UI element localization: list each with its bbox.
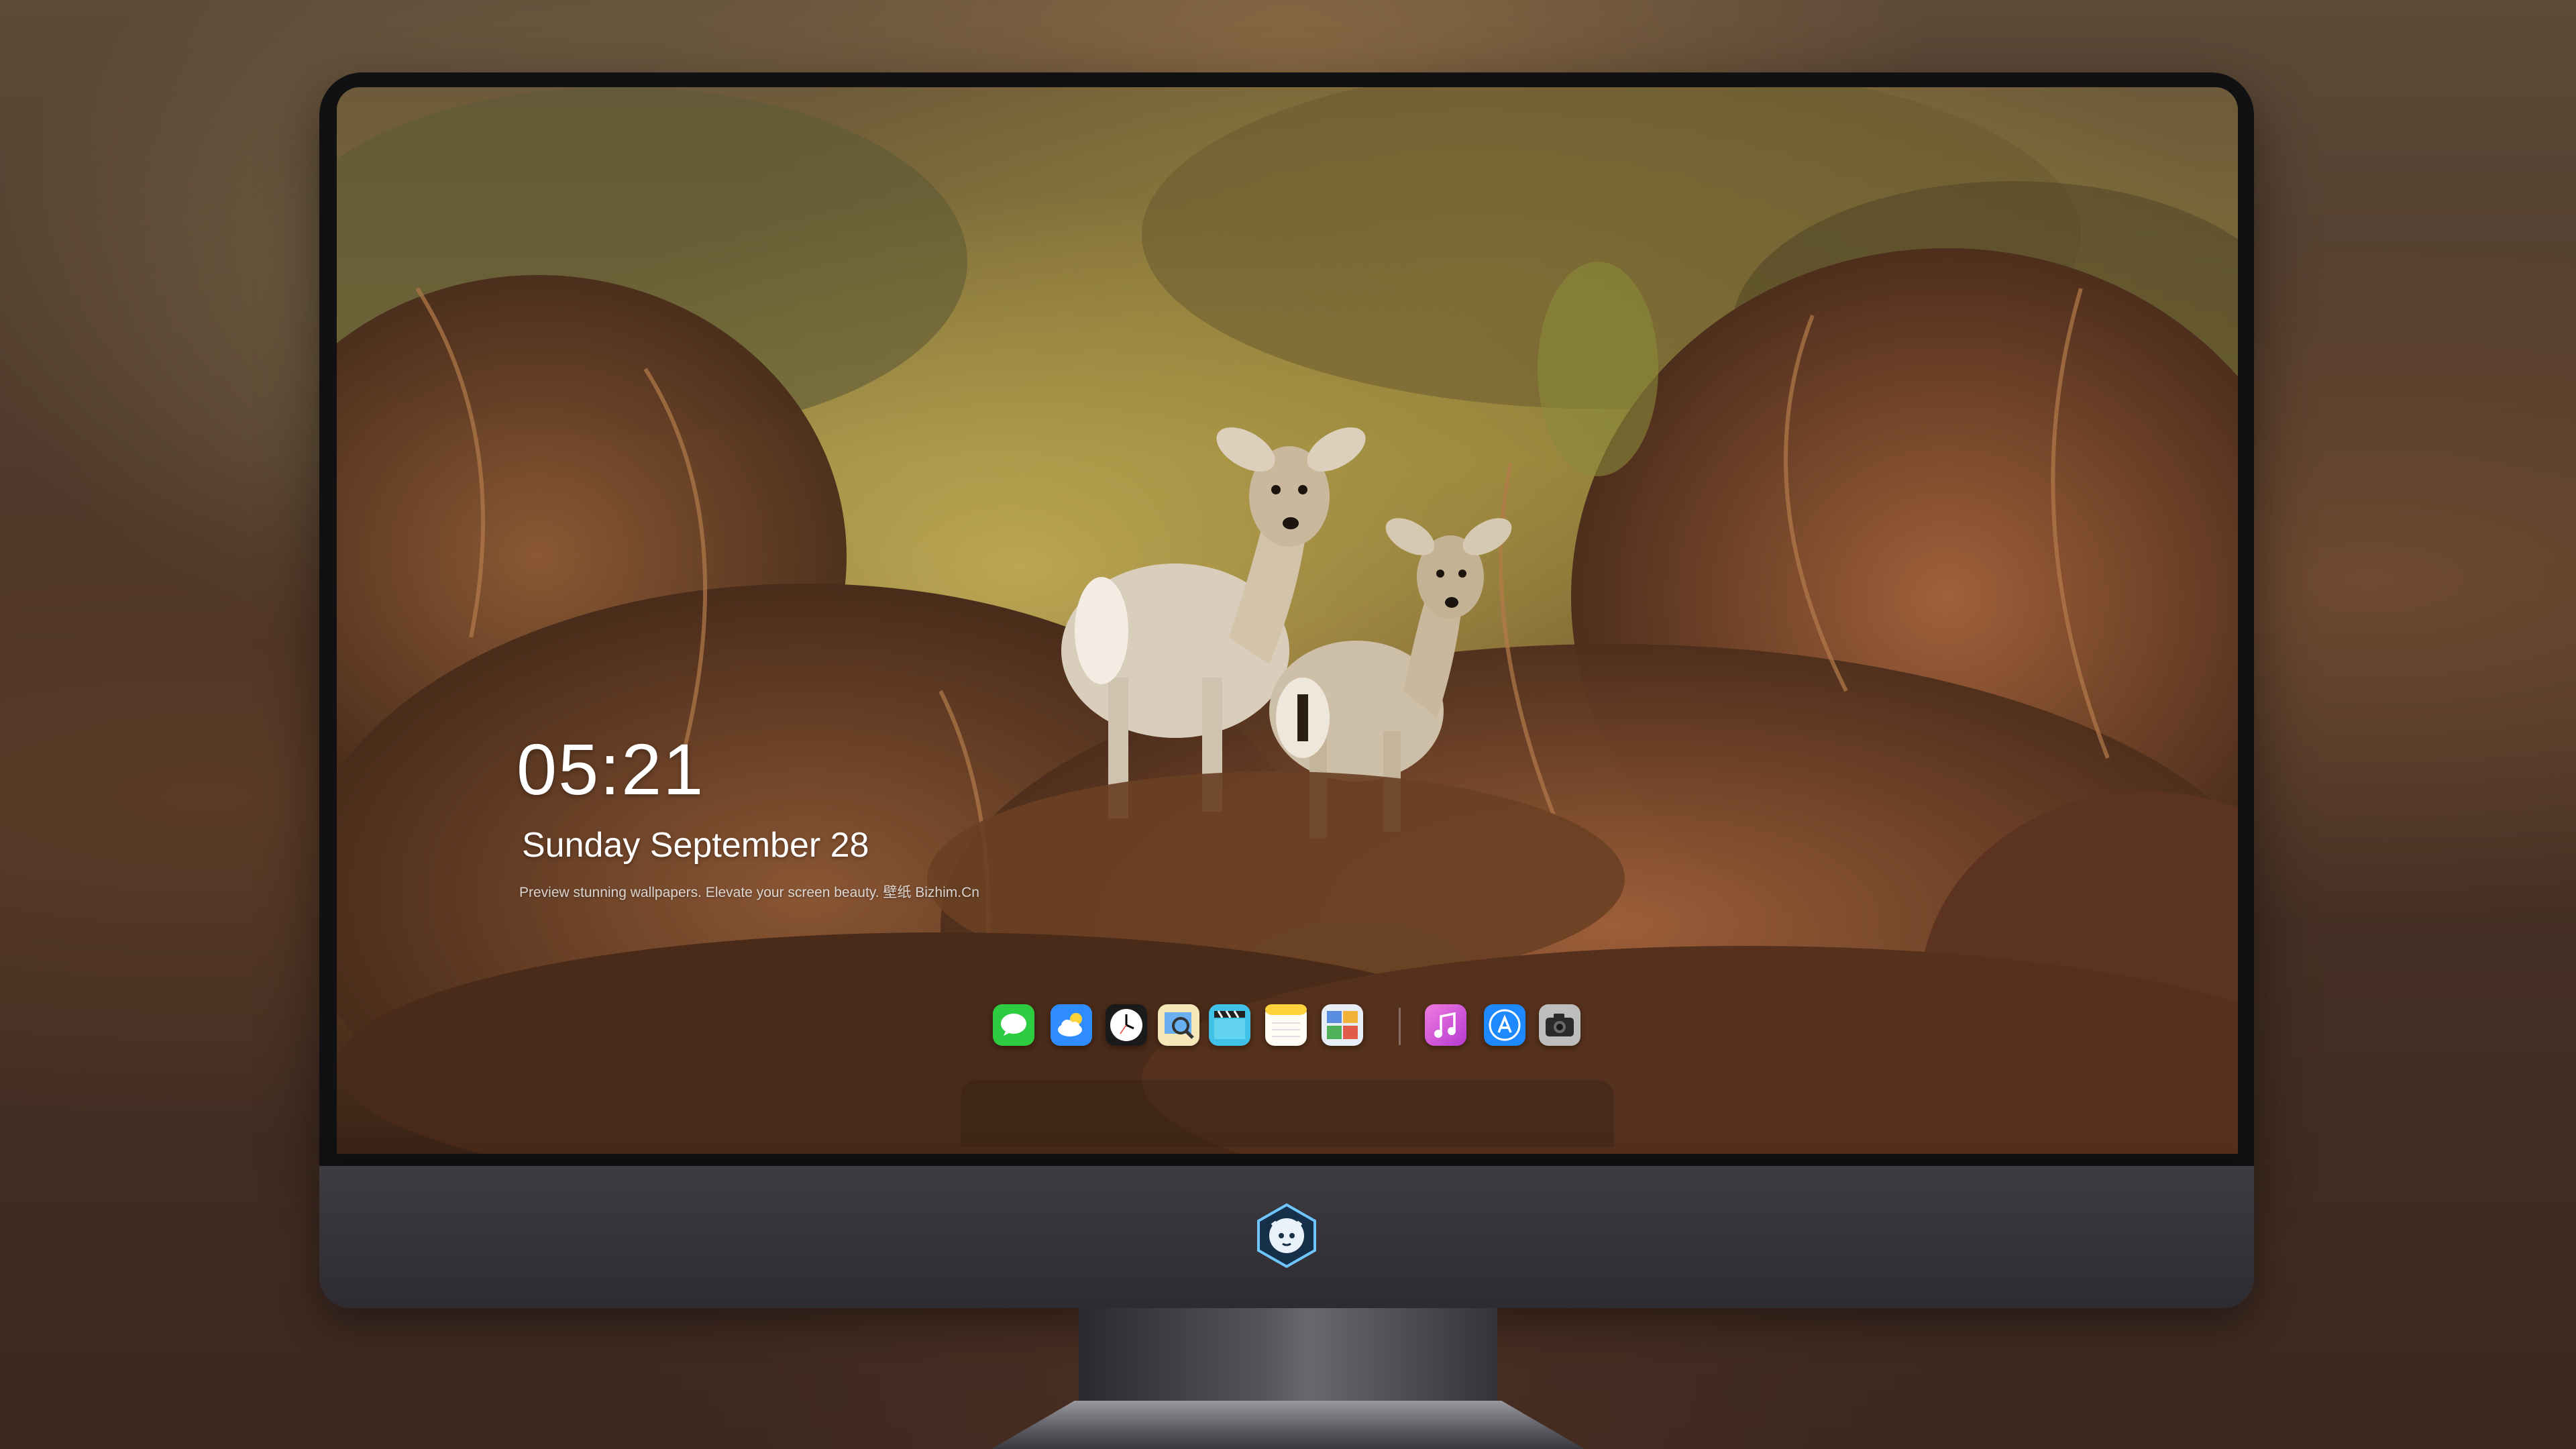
desktop-screen: 05:21 Sunday September 28 Preview stunni… [337,87,2238,1154]
camera-icon [1539,1004,1580,1046]
wallpaper-tagline: Preview stunning wallpapers. Elevate you… [519,885,979,900]
clock-icon [1106,1004,1147,1046]
monitor-stand-neck [1079,1308,1497,1402]
clock-app-icon[interactable] [1106,1004,1147,1046]
app-store-icon [1484,1004,1525,1046]
camera-app-icon[interactable] [1539,1004,1580,1046]
lock-clock-date: Sunday September 28 [522,826,869,865]
chat-bubble-icon [993,1004,1034,1046]
notes-app-icon[interactable] [1265,1004,1307,1046]
photos-icon [1322,1004,1363,1046]
magnifier-photo-icon [1158,1004,1199,1046]
messages-app-icon[interactable] [993,1004,1034,1046]
preview-app-icon[interactable] [1158,1004,1199,1046]
cloud-icon [1051,1004,1092,1046]
app-store-app-icon[interactable] [1484,1004,1525,1046]
videos-app-icon[interactable] [1209,1004,1250,1046]
deer-wallpaper [337,87,2238,1154]
weather-app-icon[interactable] [1051,1004,1092,1046]
photo-gallery-app-icon[interactable] [1322,1004,1363,1046]
dock-separator [1399,1008,1401,1045]
lock-clock-time: 05:21 [517,729,705,810]
clapperboard-icon [1209,1004,1250,1046]
music-app-icon[interactable] [1425,1004,1466,1046]
mascot-logo-icon [1257,1203,1316,1269]
notepad-icon [1265,1004,1307,1046]
monitor-stand-base [991,1401,1585,1449]
music-note-icon [1425,1004,1466,1046]
app-dock [961,1080,1614,1147]
